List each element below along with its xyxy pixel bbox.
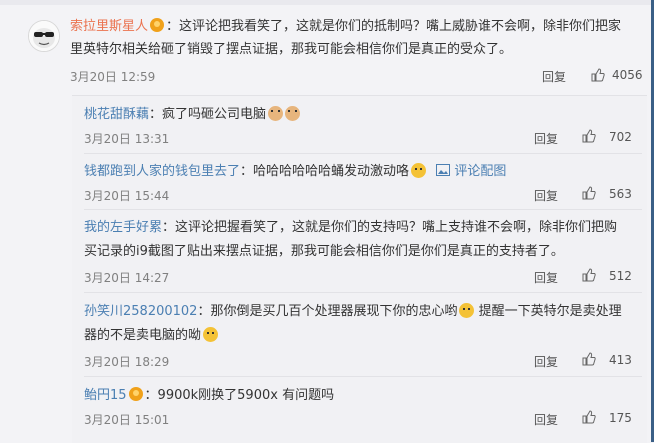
image-icon[interactable] [436,164,451,176]
reply-username[interactable]: 孙笑川258200102 [84,304,197,319]
like-count: 702 [609,130,632,144]
comment-username[interactable]: 索拉里斯星人 [70,19,148,34]
like-count: 4056 [612,68,643,82]
reply-text: 器的不是卖电脑的呦 [84,328,202,343]
reply-username[interactable]: 钱都跑到人家的钱包里去了 [84,164,240,179]
reply-text: ：哈哈哈哈哈哈蛹发动激动咯 [240,164,410,179]
like-icon[interactable] [582,268,596,282]
reply-date: 3月20日 15:44 [84,189,170,203]
divider [84,376,642,377]
reply-button[interactable]: 回复 [534,187,558,204]
reply-text: ：疯了吗砸公司电脑 [149,107,267,122]
reply-date: 3月20日 14:27 [84,271,170,285]
reply-text: 提醒一下英特尔是卖处理 [478,304,622,319]
reply-username[interactable]: 桃花甜酥藕 [84,107,149,122]
cat-emoji-icon [285,106,301,121]
reply-item: 我的左手好累：这评论把握看笑了，这就是你们的支持吗？嘴上支持谁不会啊，除非你们把… [84,217,617,238]
reply-button[interactable]: 回复 [542,68,566,85]
reply-button[interactable]: 回复 [534,353,558,370]
like-icon[interactable] [582,410,596,424]
like-icon[interactable] [582,186,596,200]
vip-badge-icon [128,387,143,401]
reply-text: ：9900k刚换了5900x 有问题吗 [144,388,335,403]
top-edge [0,0,651,5]
reply-button[interactable]: 回复 [534,411,558,428]
reply-button[interactable]: 回复 [534,269,558,286]
scared-emoji-icon [459,303,475,318]
reply-text: ：那你倒是买几百个处理器展现下你的忠心哟 [197,304,458,319]
reply-text: ：这评论把握看笑了，这就是你们的支持吗？嘴上支持谁不会啊，除非你们把购 [162,220,618,235]
reply-date: 3月20日 15:01 [84,413,170,427]
cat-emoji-icon [268,106,284,121]
reply-date: 3月20日 13:31 [84,132,170,146]
reply-username[interactable]: 我的左手好累 [84,220,162,235]
reply-date: 3月20日 18:29 [84,355,170,369]
comment-text: ：这评论把我看笑了，这就是你们的抵制吗？嘴上威胁谁不会啊，除非你们把家 [166,19,622,34]
like-count: 512 [609,269,632,283]
reply-item: 孙笑川258200102：那你倒是买几百个处理器展现下你的忠心哟 提醒一下英特尔… [84,301,622,322]
reply-item: 桃花甜酥藕：疯了吗砸公司电脑 [84,104,301,125]
like-icon[interactable] [591,68,605,82]
like-count: 413 [609,353,632,367]
like-icon[interactable] [582,129,596,143]
like-count: 175 [609,411,632,425]
dog-emoji-icon [411,163,427,178]
reply-list: 桃花甜酥藕：疯了吗砸公司电脑 3月20日 13:31 回复 702 钱都跑到人家… [72,95,647,443]
divider [84,153,642,154]
reply-button[interactable]: 回复 [534,130,558,147]
like-icon[interactable] [582,352,596,366]
reply-item: 鲐円15 ：9900k刚换了5900x 有问题吗 [84,385,334,406]
reply-text: 买记录的i9截图了贴出来摆点证据，那我可能会相信你们是你们是真正的支持者了。 [84,244,564,259]
divider [84,292,642,293]
comment-image-link[interactable]: 评论配图 [454,164,506,179]
scared-emoji-icon [203,327,219,342]
reply-item: 钱都跑到人家的钱包里去了：哈哈哈哈哈哈蛹发动激动咯 评论配图 [84,161,506,182]
divider [84,209,642,210]
reply-username[interactable]: 鲐円15 [84,388,127,403]
comment-date: 3月20日 12:59 [70,70,156,84]
comment-text: 里英特尔相关给砸了销毁了摆点证据，那我可能会相信你们是真正的受众了。 [70,42,513,57]
avatar[interactable] [28,20,60,52]
like-count: 563 [609,187,632,201]
vip-badge-icon [150,18,165,32]
